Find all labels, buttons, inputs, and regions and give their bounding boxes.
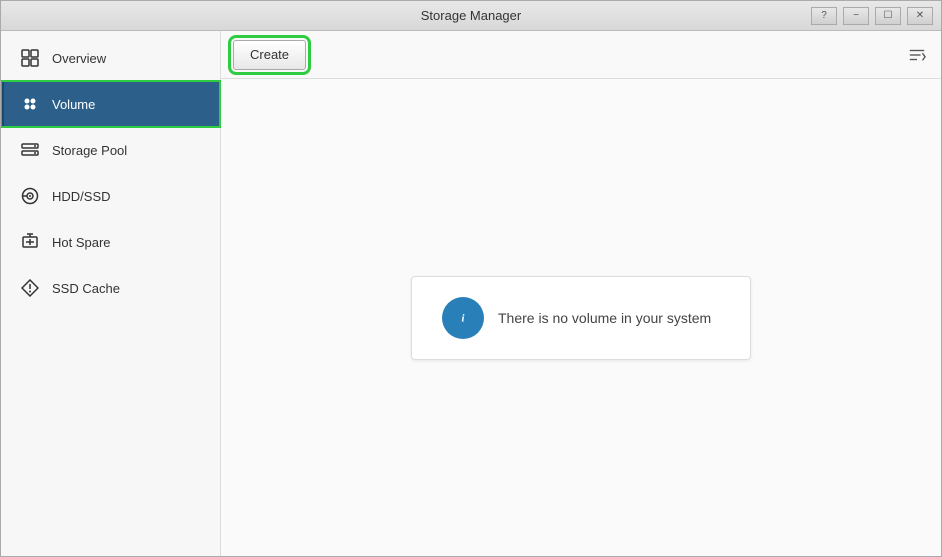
window: Storage Manager ? − ☐ ✕ <box>0 0 942 557</box>
sidebar-item-volume[interactable]: Volume <box>1 81 220 127</box>
toolbar-right <box>905 43 929 67</box>
restore-button[interactable]: ☐ <box>875 7 901 25</box>
ssd-cache-icon <box>20 278 40 298</box>
minimize-button[interactable]: − <box>843 7 869 25</box>
toolbar: Create <box>221 31 941 79</box>
info-box: i There is no volume in your system <box>411 276 751 360</box>
main-content: i There is no volume in your system <box>221 79 941 556</box>
sidebar-storage-pool-label: Storage Pool <box>52 143 127 158</box>
sidebar-ssd-cache-label: SSD Cache <box>52 281 120 296</box>
sidebar-item-overview[interactable]: Overview <box>1 35 220 81</box>
close-button[interactable]: ✕ <box>907 7 933 25</box>
hot-spare-icon <box>20 232 40 252</box>
sidebar: Overview Volume <box>1 31 221 556</box>
help-button[interactable]: ? <box>811 7 837 25</box>
create-button[interactable]: Create <box>233 40 306 70</box>
sidebar-volume-label: Volume <box>52 97 95 112</box>
sidebar-item-storage-pool[interactable]: Storage Pool <box>1 127 220 173</box>
volume-icon <box>20 94 40 114</box>
svg-text:i: i <box>462 312 465 324</box>
sidebar-overview-label: Overview <box>52 51 106 66</box>
sidebar-item-ssd-cache[interactable]: SSD Cache <box>1 265 220 311</box>
content-area: Create <box>221 31 941 556</box>
window-controls: ? − ☐ ✕ <box>811 7 933 25</box>
sidebar-item-hot-spare[interactable]: Hot Spare <box>1 219 220 265</box>
hdd-ssd-icon <box>20 186 40 206</box>
overview-icon <box>20 48 40 68</box>
main-layout: Overview Volume <box>1 31 941 556</box>
storage-pool-icon <box>20 140 40 160</box>
info-icon: i <box>442 297 484 339</box>
sidebar-item-hdd-ssd[interactable]: HDD/SSD <box>1 173 220 219</box>
window-title: Storage Manager <box>421 8 521 23</box>
info-message: There is no volume in your system <box>498 310 711 326</box>
sort-icon[interactable] <box>905 43 929 67</box>
sidebar-hot-spare-label: Hot Spare <box>52 235 111 250</box>
sidebar-hdd-ssd-label: HDD/SSD <box>52 189 111 204</box>
titlebar: Storage Manager ? − ☐ ✕ <box>1 1 941 31</box>
